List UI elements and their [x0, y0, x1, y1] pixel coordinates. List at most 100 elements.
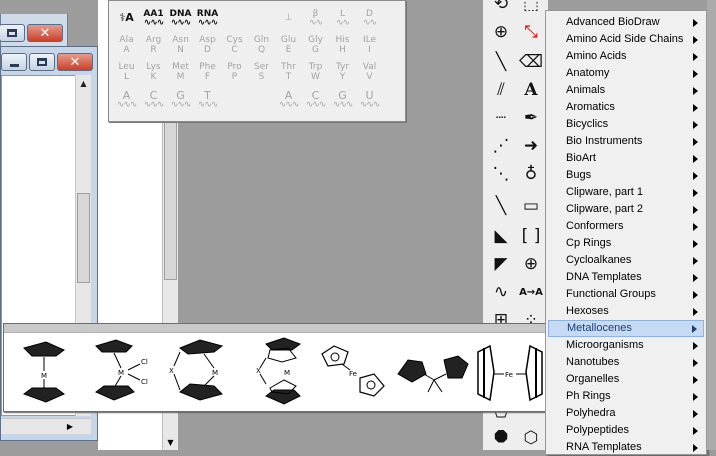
metallocene-template-sandwich[interactable]: M — [22, 341, 65, 403]
amino-acid-c[interactable]: Cys C — [221, 32, 248, 59]
rotate-tool-icon[interactable]: ⊕ — [487, 18, 515, 46]
metallocene-template-ferrocene-open[interactable]: Fe — [321, 345, 385, 397]
cyclooctane-tool-icon[interactable]: ⬡ — [517, 424, 545, 452]
rna-base-c[interactable]: C ∿∿∿ — [302, 86, 329, 113]
orbital-tool-icon[interactable]: ♁ — [517, 160, 545, 188]
amino-acid-q[interactable]: Gln Q — [248, 32, 275, 59]
amino-acid-n[interactable]: Asn N — [167, 32, 194, 59]
eraser-tool-icon[interactable]: ⌫ — [517, 48, 545, 76]
text-tool-icon[interactable]: A — [517, 76, 545, 104]
menu-item-hexoses[interactable]: Hexoses — [548, 303, 704, 320]
amino-acid-m[interactable]: Met M — [167, 59, 194, 86]
amino-acid-w[interactable]: Trp W — [302, 59, 329, 86]
arrow-tool-icon[interactable]: ➜ — [517, 132, 545, 160]
amino-acid-g[interactable]: Gly G — [302, 32, 329, 59]
rna-base-g[interactable]: G ∿∿∿ — [329, 86, 356, 113]
menu-item-cycloalkanes[interactable]: Cycloalkanes — [548, 252, 704, 269]
lasso-tool-icon[interactable]: ⟲ — [487, 0, 515, 18]
amino-acid-k[interactable]: Lys K — [140, 59, 167, 86]
metallocene-template-indenyl[interactable]: X M — [256, 337, 302, 405]
dna-base-t[interactable]: T ∿∿∿ — [194, 86, 221, 113]
bold-bond-tool-icon[interactable]: ╲ — [487, 192, 515, 220]
flyout-title-strip[interactable] — [4, 324, 549, 333]
menu-item-cp-rings[interactable]: Cp Rings — [548, 235, 704, 252]
menu-item-anatomy[interactable]: Anatomy — [548, 65, 704, 82]
scroll-down-arrow-icon[interactable]: ▼ — [163, 434, 178, 450]
scroll-right-arrow-icon[interactable]: ▶ — [67, 422, 73, 431]
menu-item-bicyclics[interactable]: Bicyclics — [548, 116, 704, 133]
double-bond-tool-icon[interactable]: ⫽ — [487, 76, 515, 104]
menu-item-aromatics[interactable]: Aromatics — [548, 99, 704, 116]
single-bond-tool-icon[interactable]: ╲ — [487, 48, 515, 76]
maximize-button[interactable] — [29, 53, 55, 71]
dashed-bond-tool-icon[interactable]: ┈ — [487, 104, 515, 132]
amino-acid-a[interactable]: Ala A — [113, 32, 140, 59]
rna-base-a[interactable]: A ∿∿∿ — [275, 86, 302, 113]
amino-acid-y[interactable]: Tyr Y — [329, 59, 356, 86]
wavy-bond-tool-icon[interactable]: ⋱ — [487, 160, 515, 188]
beta-strand-tool[interactable]: β ∿∿ — [302, 5, 329, 32]
strand-break-tool-icon[interactable]: ⊥ — [275, 5, 302, 32]
amino-acid-d[interactable]: Asp D — [194, 32, 221, 59]
amino-acid-i[interactable]: ILe I — [356, 32, 383, 59]
menu-item-bioart[interactable]: BioArt — [548, 150, 704, 167]
eraser-select-tool-icon[interactable]: ⤡ — [517, 18, 545, 46]
metallocene-template-ferrocene-side[interactable]: Fe — [477, 344, 543, 402]
menu-item-clipware-part-1[interactable]: Clipware, part 1 — [548, 184, 704, 201]
amino-acid-e[interactable]: Glu E — [275, 32, 302, 59]
amino-acid-h[interactable]: His H — [329, 32, 356, 59]
menu-item-animals[interactable]: Animals — [548, 82, 704, 99]
rectangle-tool-icon[interactable]: ▭ — [517, 192, 545, 220]
menu-item-amino-acid-side-chains[interactable]: Amino Acid Side Chains — [548, 31, 704, 48]
amino-acid-v[interactable]: Val V — [356, 59, 383, 86]
dna-tool[interactable]: DNA ∿∿∿ — [167, 5, 194, 32]
dna-base-c[interactable]: C ∿∿∿ — [140, 86, 167, 113]
menu-item-microorganisms[interactable]: Microorganisms — [548, 337, 704, 354]
menu-item-metallocenes[interactable]: Metallocenes — [548, 320, 704, 337]
close-button[interactable]: ✕ — [57, 53, 93, 71]
charge-tool-icon[interactable]: ⊕ — [517, 250, 545, 278]
wedge-bond-tool-icon[interactable]: ◣ — [487, 222, 515, 250]
menu-item-nanotubes[interactable]: Nanotubes — [548, 354, 704, 371]
d-strand-tool[interactable]: D ∿∿ — [356, 5, 383, 32]
hashed-wedge-tool-icon[interactable]: ◤ — [487, 250, 515, 278]
dna-base-a[interactable]: A ∿∿∿ — [113, 86, 140, 113]
metallocene-template-bridged[interactable] — [397, 355, 469, 393]
rna-base-u[interactable]: U ∿∿∿ — [356, 86, 383, 113]
menu-item-clipware-part-2[interactable]: Clipware, part 2 — [548, 201, 704, 218]
amino-acid-s[interactable]: Ser S — [248, 59, 275, 86]
scroll-up-arrow-icon[interactable]: ▲ — [76, 75, 91, 91]
menu-item-bugs[interactable]: Bugs — [548, 167, 704, 184]
menu-item-amino-acids[interactable]: Amino Acids — [548, 48, 704, 65]
atom-map-tool-icon[interactable]: A→A — [517, 278, 545, 306]
octagon-tool-icon[interactable]: ⯃ — [487, 424, 515, 452]
menu-item-rna-templates[interactable]: RNA Templates — [548, 439, 704, 456]
amino-acid-f[interactable]: Phe F — [194, 59, 221, 86]
menu-item-polyhedra[interactable]: Polyhedra — [548, 405, 704, 422]
rna-tool[interactable]: RNA ∿∿∿ — [194, 5, 221, 32]
menu-item-advanced-biodraw[interactable]: Advanced BioDraw — [548, 14, 704, 31]
hashed-bond-tool-icon[interactable]: ⋰ — [487, 132, 515, 160]
dna-helix-tool-icon[interactable]: ⚕A — [113, 5, 140, 32]
scrollbar-thumb[interactable] — [164, 120, 177, 280]
marquee-tool-icon[interactable]: ⬚ — [517, 0, 545, 18]
amino-acid-r[interactable]: Arg R — [140, 32, 167, 59]
pen-tool-icon[interactable]: ✒ — [517, 104, 545, 132]
amino-acid-p[interactable]: Pro P — [221, 59, 248, 86]
chain-tool-icon[interactable]: ∿ — [487, 278, 515, 306]
close-button[interactable]: ✕ — [27, 24, 63, 42]
minimize-button[interactable] — [1, 53, 27, 71]
menu-item-conformers[interactable]: Conformers — [548, 218, 704, 235]
dna-base-g[interactable]: G ∿∿∿ — [167, 86, 194, 113]
window-horizontal-scrollbar[interactable]: ▶ — [1, 418, 91, 434]
menu-item-ph-rings[interactable]: Ph Rings — [548, 388, 704, 405]
amino-acid-t[interactable]: Thr T — [275, 59, 302, 86]
restore-button[interactable] — [0, 24, 25, 42]
menu-item-functional-groups[interactable]: Functional Groups — [548, 286, 704, 303]
menu-item-polypeptides[interactable]: Polypeptides — [548, 422, 704, 439]
l-strand-tool[interactable]: L ∿∿ — [329, 5, 356, 32]
bracket-tool-icon[interactable]: [ ] — [517, 222, 545, 250]
menu-item-organelles[interactable]: Organelles — [548, 371, 704, 388]
menu-item-dna-templates[interactable]: DNA Templates — [548, 269, 704, 286]
metallocene-template-dichloride[interactable]: M Cl Cl — [95, 339, 148, 401]
